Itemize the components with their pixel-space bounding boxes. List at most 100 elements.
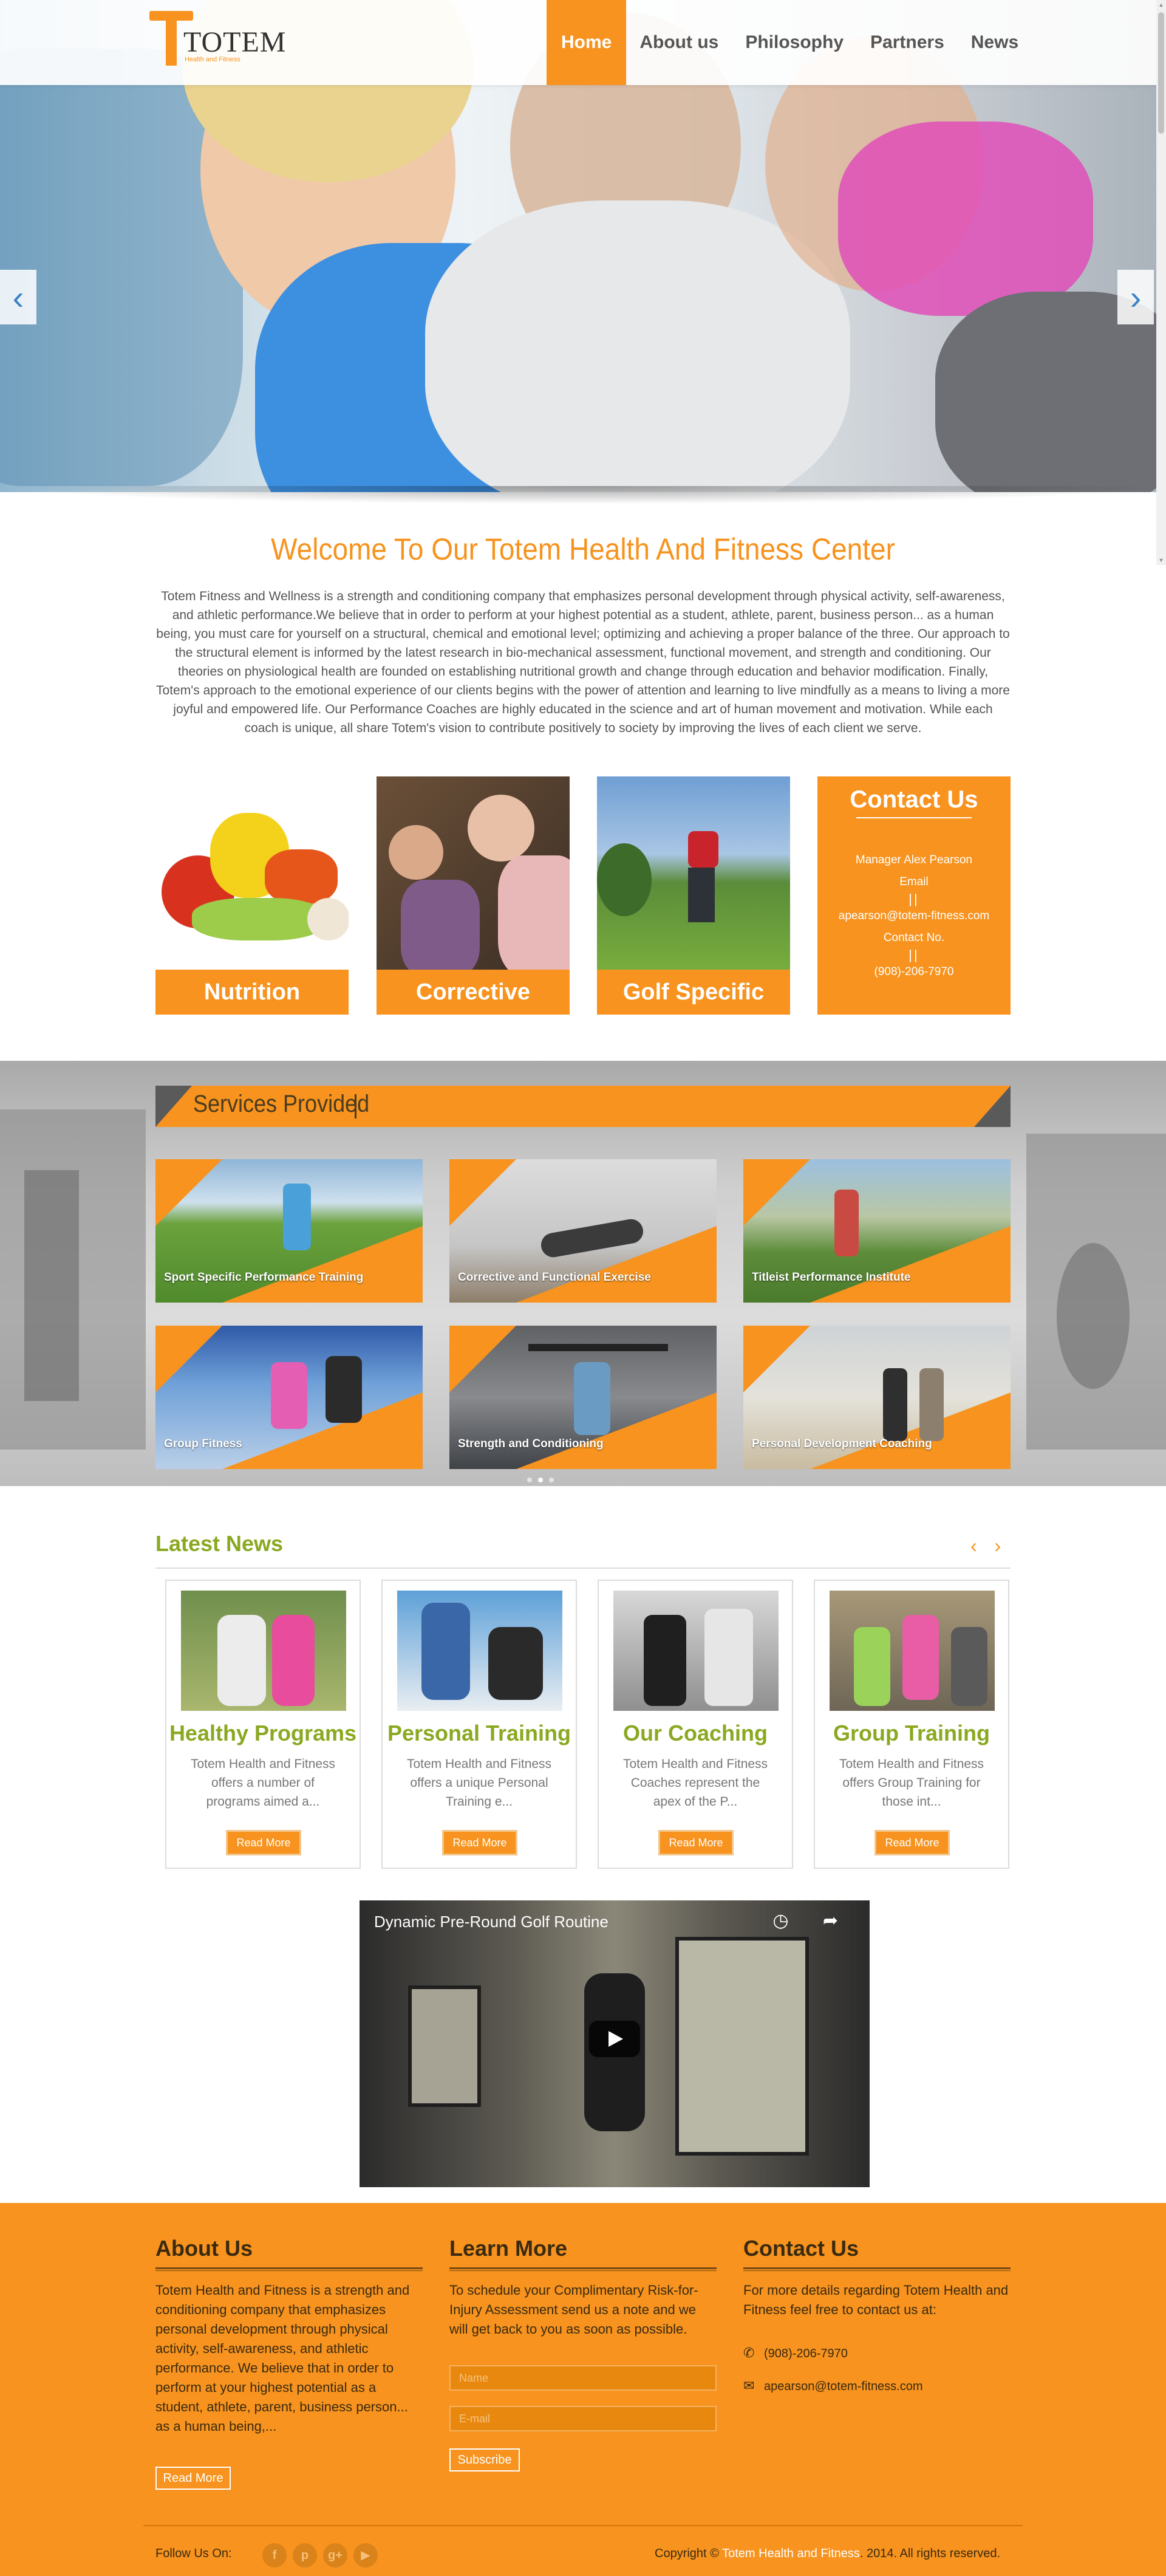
news-image	[397, 1591, 562, 1711]
golf-specific-image	[597, 776, 790, 970]
scrollbar-thumb[interactable]	[1158, 12, 1164, 134]
service-tile[interactable]: Titleist Performance Institute	[743, 1159, 1011, 1303]
read-more-button[interactable]: Read More	[874, 1830, 950, 1855]
welcome-title: Welcome To Our Totem Health And Fitness …	[271, 532, 895, 566]
video-player[interactable]: Dynamic Pre-Round Golf Routine ◷ ➦	[360, 1900, 870, 2187]
news-carousel-arrows[interactable]: ‹ ›	[970, 1535, 1007, 1557]
service-tile[interactable]: Sport Specific Performance Training	[155, 1159, 423, 1303]
pager-dot[interactable]	[527, 1478, 532, 1482]
news-image	[830, 1591, 995, 1711]
nav-philosophy[interactable]: Philosophy	[732, 0, 857, 85]
services-banner: Services Provided	[155, 1086, 1011, 1127]
hero-shadow	[0, 486, 1166, 504]
nav-about-us[interactable]: About us	[626, 0, 732, 85]
footer-email-row: ✉ apearson@totem-fitness.com	[743, 2378, 923, 2394]
envelope-icon: ✉	[743, 2378, 755, 2393]
corrective-exercise-image	[377, 776, 570, 970]
watch-later-share-icons[interactable]: ◷ ➦	[772, 1910, 853, 1931]
service-label: Personal Development Coaching	[752, 1437, 932, 1450]
site-header: TOTEM Health and Fitness Home About us P…	[0, 0, 1166, 85]
services-pager[interactable]	[527, 1478, 554, 1482]
nav-news[interactable]: News	[958, 0, 1032, 85]
read-more-button[interactable]: Read More	[226, 1830, 301, 1855]
service-tile[interactable]: Personal Development Coaching	[743, 1326, 1011, 1469]
chevron-right-icon: ›	[1130, 278, 1142, 317]
copyright: Copyright © Totem Health and Fitness. 20…	[655, 2547, 1000, 2561]
footer-divider	[155, 2267, 423, 2271]
footer-divider	[743, 2267, 1011, 2271]
footer-about-title: About Us	[155, 2236, 253, 2261]
contact-phone[interactable]: (908)-206-7970	[817, 964, 1011, 980]
pinterest-icon[interactable]: p	[293, 2543, 317, 2567]
slider-prev-button[interactable]: ‹	[0, 270, 36, 324]
read-more-button[interactable]: Read More	[658, 1830, 734, 1855]
news-excerpt: Totem Health and Fitness offers Group Tr…	[839, 1757, 984, 1809]
footer-email[interactable]: apearson@totem-fitness.com	[764, 2380, 923, 2393]
copyright-suffix: . 2014. All rights reserved.	[859, 2547, 1001, 2560]
footer-bottom-divider	[143, 2525, 1023, 2526]
feature-label: Nutrition	[155, 970, 349, 1015]
service-label: Sport Specific Performance Training	[164, 1271, 364, 1284]
read-more-button[interactable]: Read More	[442, 1830, 517, 1855]
chevron-left-icon: ‹	[12, 278, 24, 317]
footer-about-text: Totem Health and Fitness is a strength a…	[155, 2283, 410, 2434]
email-input[interactable]: E-mail	[449, 2406, 717, 2431]
feature-label: Corrective Exercise	[377, 970, 570, 1050]
news-card: Personal Training Totem Health and Fitne…	[381, 1580, 577, 1869]
news-title[interactable]: Group Training	[815, 1721, 1008, 1746]
nav-home[interactable]: Home	[547, 0, 627, 85]
footer-read-more-button[interactable]: Read More	[155, 2467, 231, 2490]
services-title: Services Provided	[193, 1091, 370, 1117]
service-label: Strength and Conditioning	[458, 1437, 604, 1450]
news-image	[181, 1591, 346, 1711]
service-tile[interactable]: Group Fitness	[155, 1326, 423, 1469]
name-input[interactable]: Name	[449, 2365, 717, 2391]
feature-nutrition[interactable]: Nutrition	[155, 776, 349, 1015]
nav-partners[interactable]: Partners	[857, 0, 958, 85]
logo[interactable]: TOTEM Health and Fitness	[149, 7, 285, 68]
feature-corrective-exercise[interactable]: Corrective Exercise	[377, 776, 570, 1050]
main-nav: Home About us Philosophy Partners News	[547, 0, 1032, 85]
page-scrollbar[interactable]: ▲ ▼	[1156, 0, 1166, 565]
subscribe-button[interactable]: Subscribe	[449, 2448, 520, 2472]
slider-next-button[interactable]: ›	[1117, 270, 1154, 324]
scroll-up-icon[interactable]: ▲	[1156, 0, 1166, 10]
follow-us-label: Follow Us On:	[155, 2547, 232, 2560]
news-title[interactable]: Healthy Programs	[166, 1721, 360, 1746]
google-plus-icon[interactable]: g+	[323, 2543, 347, 2567]
news-excerpt: Totem Health and Fitness offers a number…	[190, 1757, 336, 1809]
news-title[interactable]: Personal Training	[383, 1721, 576, 1746]
logo-subtitle: Health and Fitness	[185, 56, 240, 63]
service-tile[interactable]: Corrective and Functional Exercise	[449, 1159, 717, 1303]
service-label: Group Fitness	[164, 1437, 242, 1450]
news-divider	[155, 1567, 1011, 1569]
pager-dot[interactable]	[538, 1478, 543, 1482]
news-title[interactable]: Our Coaching	[599, 1721, 792, 1746]
news-card: Healthy Programs Totem Health and Fitnes…	[165, 1580, 361, 1869]
separator: ||	[909, 891, 919, 906]
pager-dot[interactable]	[549, 1478, 554, 1482]
scroll-down-icon[interactable]: ▼	[1156, 555, 1166, 565]
feature-golf-specific[interactable]: Golf Specific	[597, 776, 790, 1015]
contact-manager: Manager Alex Pearson	[855, 854, 973, 866]
video-title[interactable]: Dynamic Pre-Round Golf Routine	[374, 1913, 609, 1931]
footer-learn-text: To schedule your Complimentary Risk-for-…	[449, 2283, 698, 2337]
contact-email-label: Email	[899, 875, 929, 888]
news-card: Group Training Totem Health and Fitness …	[814, 1580, 1009, 1869]
contact-email[interactable]: apearson@totem-fitness.com	[817, 908, 1011, 924]
latest-news-title: Latest News	[155, 1531, 284, 1556]
footer-divider	[449, 2267, 717, 2271]
contact-card: Contact Us Manager Alex Pearson Email ||…	[817, 776, 1011, 1015]
service-tile[interactable]: Strength and Conditioning	[449, 1326, 717, 1469]
news-excerpt: Totem Health and Fitness Coaches represe…	[622, 1757, 768, 1809]
footer-contact: Contact Us For more details regarding To…	[743, 2236, 1011, 2320]
footer-phone-row: ✆ (908)-206-7970	[743, 2345, 848, 2361]
contact-card-title: Contact Us	[850, 786, 978, 813]
service-label: Corrective and Functional Exercise	[458, 1271, 651, 1284]
play-button[interactable]	[589, 2021, 640, 2057]
separator: ||	[909, 947, 919, 962]
facebook-icon[interactable]: f	[262, 2543, 287, 2567]
youtube-icon[interactable]: ▶	[353, 2543, 378, 2567]
copyright-brand-link[interactable]: Totem Health and Fitness	[722, 2547, 860, 2560]
footer-phone[interactable]: (908)-206-7970	[764, 2347, 848, 2360]
